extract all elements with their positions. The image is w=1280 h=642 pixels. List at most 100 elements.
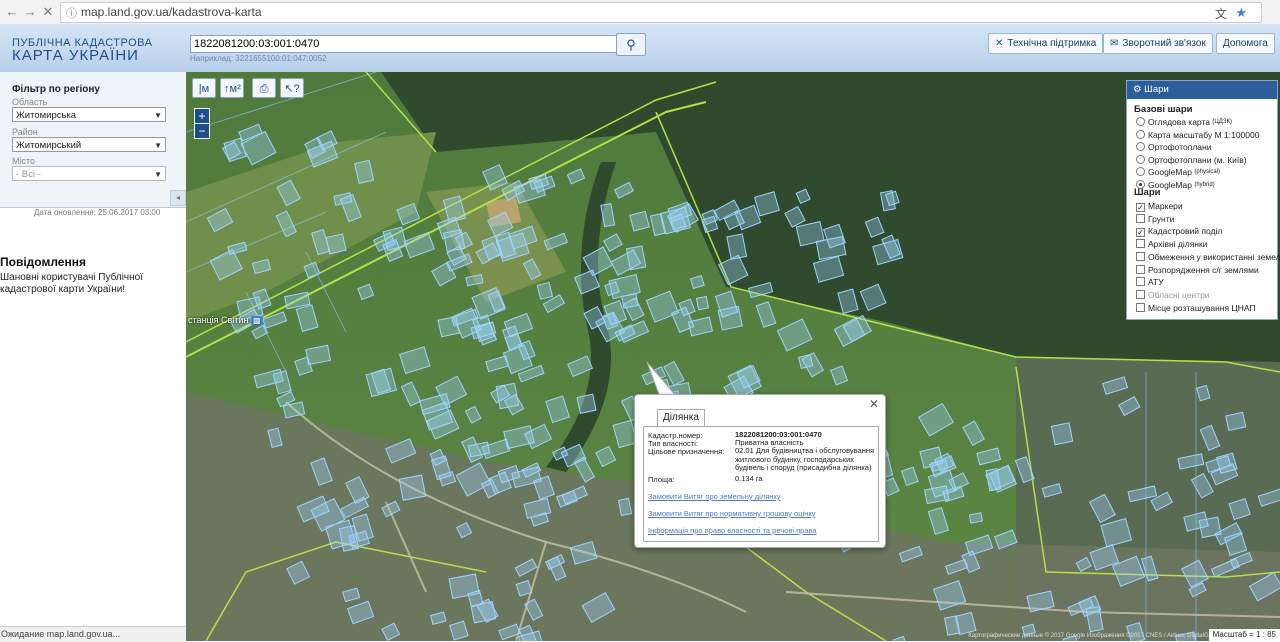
feedback-label: Зворотний зв'язок bbox=[1122, 38, 1205, 49]
layer-label: Грунти bbox=[1148, 214, 1174, 224]
rayon-label: Район bbox=[12, 127, 38, 137]
popup-body: Кадастр.номер: 1822081200:03:001:0470 Ти… bbox=[643, 426, 879, 542]
ownership-info-link[interactable]: Інформація про право власності та речові… bbox=[648, 526, 817, 535]
radio-button[interactable] bbox=[1136, 142, 1145, 151]
checkbox[interactable] bbox=[1136, 239, 1145, 248]
dropdown-arrow-icon: ▼ bbox=[154, 167, 162, 182]
support-label: Технічна підтримка bbox=[1007, 38, 1096, 49]
oblast-select[interactable]: Житомирська▼ bbox=[12, 107, 166, 122]
print-tool[interactable]: ⎙ bbox=[252, 78, 276, 98]
rayon-select[interactable]: Житомирський▼ bbox=[12, 137, 166, 152]
parcel-outline[interactable] bbox=[630, 211, 649, 231]
search-button[interactable]: ⚲ bbox=[616, 33, 646, 56]
parcel-outline[interactable] bbox=[1226, 412, 1246, 430]
layer-label: Розпорядження с/г землями bbox=[1148, 265, 1259, 275]
measure-length-tool[interactable]: |м bbox=[192, 78, 216, 98]
layers-title: Шари bbox=[1144, 84, 1169, 95]
parcel-outline[interactable] bbox=[627, 246, 646, 270]
parcel-outline[interactable] bbox=[1051, 423, 1072, 445]
map-toolbar: |м ↑м² ⎙ ↖? bbox=[192, 78, 304, 98]
overlay-layer-option[interactable]: ✓Кадастровий поділ bbox=[1136, 225, 1222, 237]
info-icon[interactable]: ⓘ bbox=[66, 5, 77, 21]
layer-label: Карта масштабу М 1:100000 bbox=[1148, 130, 1259, 140]
bookmark-star-icon[interactable]: ★ bbox=[1235, 5, 1247, 21]
forward-icon[interactable]: → bbox=[22, 4, 38, 20]
overlay-layer-option[interactable]: Грунти bbox=[1136, 213, 1174, 225]
zoom-in-button[interactable]: + bbox=[194, 108, 210, 124]
base-layer-option[interactable]: GoogleMap (physical) bbox=[1136, 166, 1220, 178]
checkbox[interactable] bbox=[1136, 303, 1145, 312]
zoom-out-button[interactable]: − bbox=[194, 123, 210, 139]
base-layer-option[interactable]: Карта масштабу М 1:100000 bbox=[1136, 129, 1259, 141]
purpose-key: Цільове призначення: bbox=[648, 447, 724, 456]
base-layer-option[interactable]: Ортофотоплани (м. Київ) bbox=[1136, 154, 1247, 166]
checkbox[interactable] bbox=[1136, 290, 1145, 299]
overlay-layer-option[interactable]: Обмеження у використанні земель bbox=[1136, 251, 1280, 263]
purpose-value: 02.01 Для будівництва і обслуговування ж… bbox=[735, 447, 875, 473]
close-icon[interactable]: ✕ bbox=[869, 397, 879, 411]
overlay-layer-option[interactable]: АТУ bbox=[1136, 276, 1164, 288]
tab-parcel[interactable]: Ділянка bbox=[657, 409, 705, 427]
radio-button[interactable] bbox=[1136, 130, 1145, 139]
overlay-layer-option[interactable]: Архівні ділянки bbox=[1136, 238, 1207, 250]
base-layer-option[interactable]: Ортофотоплани bbox=[1136, 141, 1211, 153]
layer-label: АТУ bbox=[1148, 277, 1164, 287]
layer-label: Ортофотоплани (м. Київ) bbox=[1148, 155, 1247, 165]
parcel-outline[interactable] bbox=[537, 283, 552, 300]
order-extract-link[interactable]: Замовити Витяг про земельну ділянку bbox=[648, 492, 781, 501]
left-panel: Фільтр по регіону Область Житомирська▼ Р… bbox=[0, 72, 186, 626]
order-valuation-link[interactable]: Замовити Витяг про нормативну грошову оц… bbox=[648, 509, 815, 518]
parcel-outline[interactable] bbox=[970, 513, 983, 523]
layer-sup: (ЦДЗК) bbox=[1212, 119, 1232, 125]
area-value: 0.134 га bbox=[735, 475, 875, 484]
checkbox[interactable]: ✓ bbox=[1136, 203, 1145, 212]
info-tool[interactable]: ↖? bbox=[280, 78, 304, 98]
tools-icon: ✕ bbox=[995, 38, 1003, 49]
measure-area-tool[interactable]: ↑м² bbox=[220, 78, 244, 98]
base-layer-option[interactable]: Оглядова карта (ЦДЗК) bbox=[1136, 116, 1232, 128]
checkbox[interactable] bbox=[1136, 265, 1145, 274]
parcel-outline[interactable] bbox=[383, 227, 406, 250]
stop-icon[interactable]: ✕ bbox=[40, 4, 56, 20]
dropdown-arrow-icon: ▼ bbox=[154, 138, 162, 153]
parcel-outline[interactable] bbox=[622, 294, 638, 308]
support-button[interactable]: ✕ Технічна підтримка bbox=[988, 33, 1103, 54]
layer-label: Оглядова карта bbox=[1148, 117, 1210, 127]
overlay-layer-option[interactable]: Обласні центри bbox=[1136, 289, 1210, 301]
parcel-outline[interactable] bbox=[496, 383, 518, 408]
help-button[interactable]: Допомога bbox=[1216, 33, 1275, 54]
map-canvas[interactable]: |м ↑м² ⎙ ↖? + − станція Світин ▩ ⚙ Шари … bbox=[186, 72, 1280, 641]
checkbox[interactable] bbox=[1136, 252, 1145, 261]
station-label-text: станція Світин bbox=[188, 315, 248, 325]
layer-sup: (hybrid) bbox=[1194, 182, 1214, 188]
layers-header[interactable]: ⚙ Шари bbox=[1127, 81, 1277, 99]
overlay-layer-option[interactable]: Розпорядження с/г землями bbox=[1136, 264, 1259, 276]
checkbox[interactable]: ✓ bbox=[1136, 228, 1145, 237]
checkbox[interactable] bbox=[1136, 214, 1145, 223]
radio-button[interactable] bbox=[1136, 117, 1145, 126]
parcel-outline[interactable] bbox=[399, 475, 425, 500]
radio-button[interactable] bbox=[1136, 167, 1145, 176]
collapse-panel-button[interactable]: ◂ bbox=[170, 190, 186, 206]
parcel-outline[interactable] bbox=[696, 296, 708, 309]
update-date: Дата оновлення: 25.06.2017 03:00 bbox=[34, 208, 160, 217]
back-icon[interactable]: ← bbox=[4, 4, 20, 20]
help-label: Допомога bbox=[1223, 38, 1268, 49]
feedback-button[interactable]: ✉Зворотний зв'язок bbox=[1103, 33, 1213, 54]
layer-label: Ортофотоплани bbox=[1148, 142, 1211, 152]
city-select[interactable]: - Всі -▼ bbox=[12, 166, 166, 181]
layer-label: Кадастровий поділ bbox=[1148, 226, 1222, 236]
parcel-outline[interactable] bbox=[577, 394, 596, 413]
oblast-label: Область bbox=[12, 97, 47, 107]
overlay-layer-option[interactable]: Місце розташування ЦНАП bbox=[1136, 302, 1256, 314]
browser-toolbar: ← → ✕ ⓘ map.land.gov.ua/kadastrova-karta… bbox=[0, 0, 1280, 25]
overlay-layer-option[interactable]: ✓Маркери bbox=[1136, 200, 1183, 212]
address-bar[interactable]: ⓘ map.land.gov.ua/kadastrova-karta 文 ★ bbox=[60, 2, 1262, 23]
station-label: станція Світин ▩ bbox=[188, 315, 263, 325]
notice-title: Повідомлення bbox=[0, 255, 86, 269]
satellite-imagery bbox=[186, 72, 1280, 641]
checkbox[interactable] bbox=[1136, 277, 1145, 286]
cadastre-search-input[interactable] bbox=[190, 35, 618, 53]
translate-icon[interactable]: 文 bbox=[1215, 5, 1227, 22]
radio-button[interactable] bbox=[1136, 155, 1145, 164]
